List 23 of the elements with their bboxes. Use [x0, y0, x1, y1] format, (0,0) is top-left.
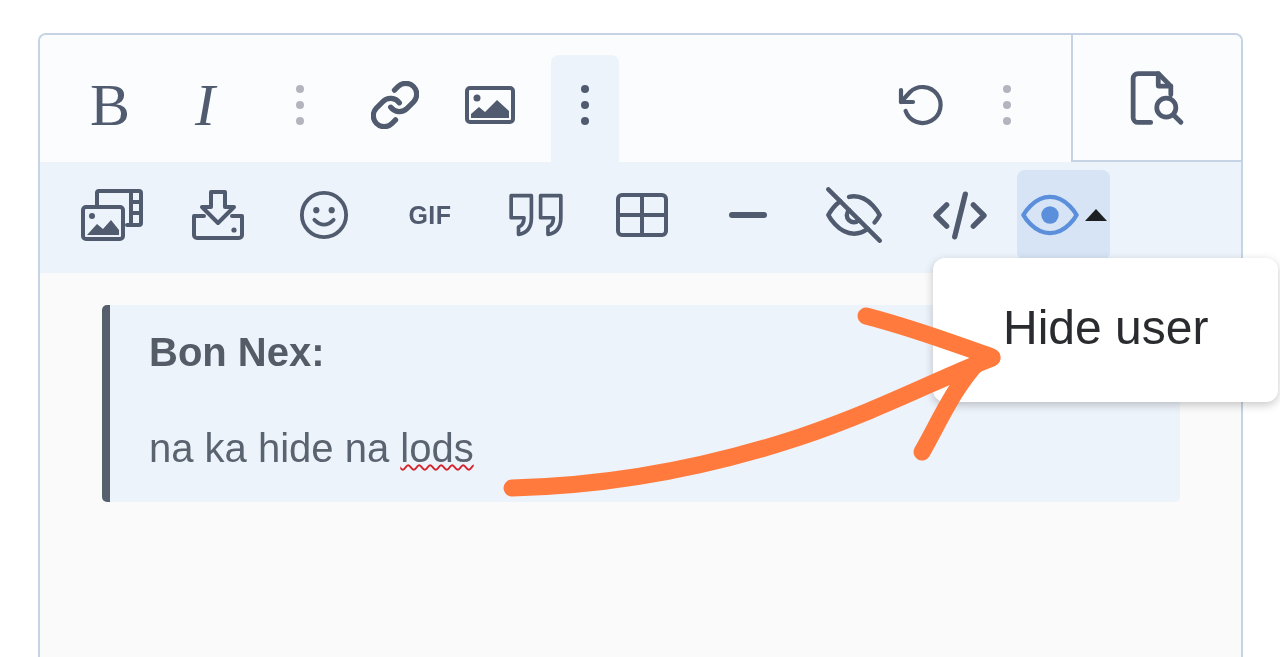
hide-button[interactable]: [1017, 170, 1110, 260]
eye-icon: [1021, 194, 1079, 236]
table-icon: [616, 193, 668, 237]
code-icon: [932, 190, 988, 240]
gif-button[interactable]: GIF: [396, 170, 464, 260]
vertical-dots-icon: [1003, 84, 1011, 125]
caret-icon: [1085, 209, 1107, 221]
quote-icon: [507, 192, 565, 238]
eye-slash-icon: [826, 187, 882, 243]
image-icon: [465, 85, 515, 124]
more-button[interactable]: [551, 55, 619, 162]
smiley-icon: [299, 190, 349, 240]
menu-item[interactable]: Hide user: [1003, 282, 1209, 374]
document-search-icon: [1130, 70, 1184, 125]
quote-text: na ka hide na lods: [149, 425, 474, 472]
image-gallery-icon: [81, 189, 143, 241]
bold-button[interactable]: B: [76, 55, 144, 162]
link-icon: [371, 80, 419, 129]
italic-button[interactable]: I: [171, 55, 239, 162]
quote-author: Bon Nex:: [149, 329, 325, 376]
vertical-dots-icon: [296, 84, 304, 125]
vertical-dots-icon: [581, 84, 589, 125]
tray-download-icon: [190, 189, 246, 241]
